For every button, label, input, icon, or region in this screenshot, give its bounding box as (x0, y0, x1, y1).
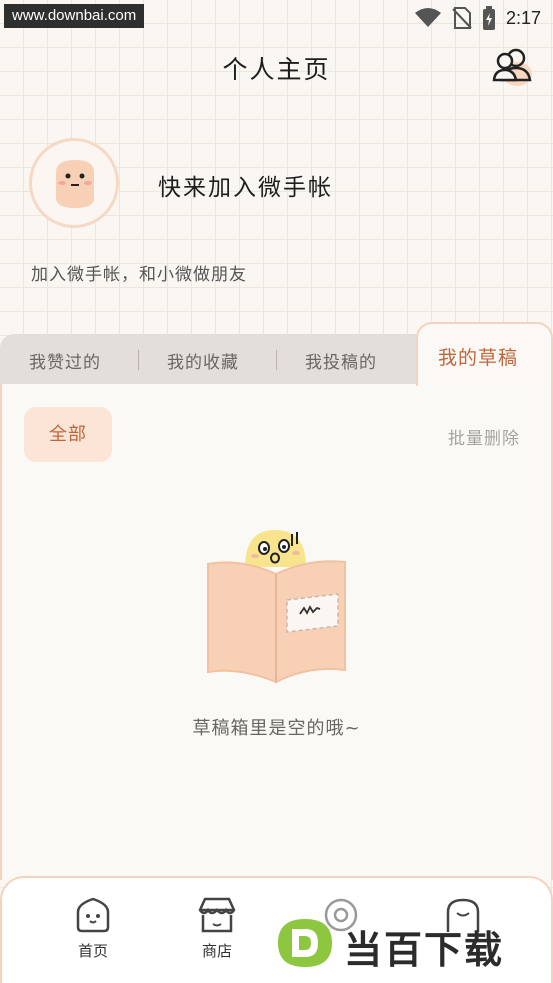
join-subtitle: 加入微手帐，和小微做朋友 (31, 265, 247, 285)
filter-all-button[interactable]: 全部 (24, 407, 112, 462)
home-icon (76, 897, 110, 933)
battery-icon (482, 6, 495, 30)
watermark-url: www.downbai.com (4, 4, 145, 28)
tab-drafts-label: 我的草稿 (438, 347, 519, 369)
avatar[interactable] (29, 138, 119, 228)
store-icon (198, 897, 236, 933)
tab-divider (276, 350, 277, 370)
tab-divider (138, 350, 139, 370)
nav-item-home[interactable]: 首页 (58, 896, 128, 961)
tab-favorites[interactable]: 我的收藏 (167, 348, 239, 373)
status-bar: www.downbai.com 2:17 (0, 0, 553, 34)
tab-submissions[interactable]: 我投稿的 (305, 348, 377, 373)
watermark-logo: 当百下载 (272, 915, 548, 972)
batch-delete-button[interactable]: 批量删除 (448, 424, 520, 449)
status-time: 2:17 (505, 7, 541, 28)
wifi-icon (414, 8, 441, 27)
nav-label-store: 商店 (201, 942, 232, 960)
no-sim-icon (452, 7, 472, 29)
watermark-d-logo-icon (278, 919, 332, 967)
page-title: 个人主页 (222, 55, 331, 84)
avatar-face-icon (56, 160, 94, 208)
watermark-logo-text: 当百下载 (344, 928, 505, 972)
nav-item-store[interactable]: 商店 (182, 896, 252, 961)
friends-button[interactable] (490, 44, 536, 90)
nav-label-home: 首页 (77, 942, 108, 960)
tab-drafts[interactable]: 我的草稿 (416, 322, 553, 386)
status-icons: 2:17 (414, 6, 541, 30)
empty-notebook-illustration (207, 530, 346, 684)
tab-liked[interactable]: 我赞过的 (29, 348, 101, 373)
join-title[interactable]: 快来加入微手帐 (158, 168, 333, 202)
friends-icon (492, 48, 532, 86)
empty-state-text: 草稿箱里是空的哦~ (192, 718, 361, 739)
